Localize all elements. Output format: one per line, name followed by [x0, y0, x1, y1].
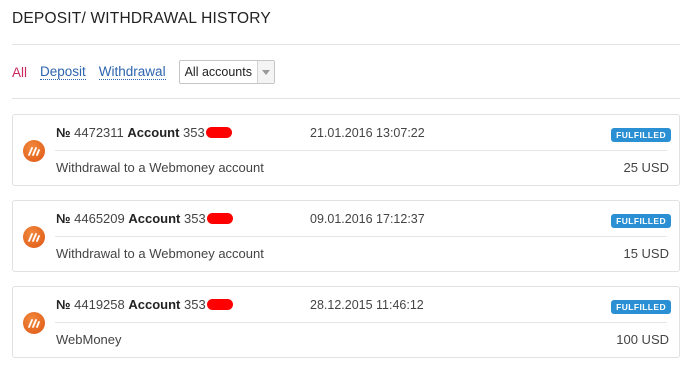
transaction-card[interactable]: № 4419258 Account 353 28.12.2015 11:46:1… — [12, 286, 680, 358]
filter-bar: All Deposit Withdrawal All accounts — [12, 60, 275, 84]
payment-system-icon — [23, 140, 45, 162]
transaction-amount: 15 USD — [623, 246, 669, 261]
number-sign: № — [56, 211, 71, 226]
account-number: 353 — [183, 125, 205, 140]
divider — [55, 322, 667, 323]
status-badge: FULFILLED — [611, 214, 671, 228]
transaction-date: 21.01.2016 13:07:22 — [310, 126, 425, 140]
transaction-amount: 100 USD — [616, 332, 669, 347]
transaction-card[interactable]: № 4472311 Account 353 21.01.2016 13:07:2… — [12, 114, 680, 186]
transaction-description: WebMoney — [56, 332, 122, 347]
account-select[interactable]: All accounts — [178, 60, 275, 84]
account-number: 353 — [184, 297, 206, 312]
account-label: Account — [128, 297, 181, 312]
payment-system-icon — [23, 312, 45, 334]
transaction-header: № 4465209 Account 353 — [56, 211, 233, 226]
transaction-number: 4419258 — [74, 297, 125, 312]
divider — [12, 98, 680, 99]
transaction-number: 4465209 — [74, 211, 125, 226]
divider — [55, 236, 667, 237]
transaction-amount: 25 USD — [623, 160, 669, 175]
transaction-date: 28.12.2015 11:46:12 — [310, 298, 424, 312]
account-label: Account — [128, 211, 181, 226]
status-badge: FULFILLED — [611, 300, 671, 314]
redaction-mark — [205, 127, 232, 138]
redaction-mark — [206, 299, 233, 310]
transaction-header: № 4472311 Account 353 — [56, 125, 232, 140]
transaction-description: Withdrawal to a Webmoney account — [56, 246, 264, 261]
number-sign: № — [56, 297, 71, 312]
payment-system-icon — [23, 226, 45, 248]
transaction-date: 09.01.2016 17:12:37 — [310, 212, 425, 226]
account-number: 353 — [184, 211, 206, 226]
transaction-header: № 4419258 Account 353 — [56, 297, 233, 312]
account-label: Account — [127, 125, 180, 140]
divider — [12, 44, 680, 45]
divider — [55, 150, 667, 151]
redaction-mark — [206, 213, 233, 224]
page-title: DEPOSIT/ WITHDRAWAL HISTORY — [12, 10, 271, 27]
chevron-down-icon[interactable] — [256, 61, 274, 83]
filter-deposit[interactable]: Deposit — [40, 64, 86, 80]
status-badge: FULFILLED — [611, 128, 671, 142]
transaction-description: Withdrawal to a Webmoney account — [56, 160, 264, 175]
transaction-number: 4472311 — [74, 125, 124, 140]
filter-withdrawal[interactable]: Withdrawal — [98, 64, 166, 80]
filter-all[interactable]: All — [12, 65, 27, 80]
number-sign: № — [56, 125, 71, 140]
account-select-value: All accounts — [184, 65, 252, 79]
transaction-card[interactable]: № 4465209 Account 353 09.01.2016 17:12:3… — [12, 200, 680, 272]
